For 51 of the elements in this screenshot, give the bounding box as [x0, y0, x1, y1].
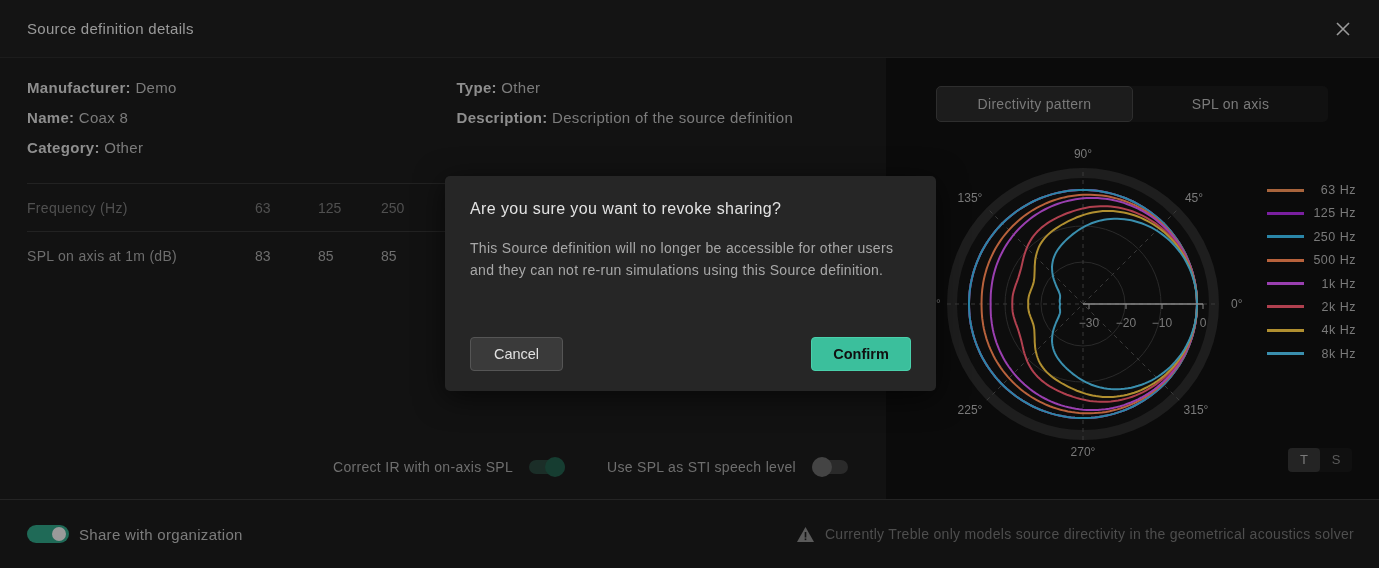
confirm-button[interactable]: Confirm [811, 337, 911, 371]
toggle-label: Use SPL as STI speech level [607, 459, 796, 475]
detail-text: Description: Description of the source definition [456, 108, 795, 127]
tab[interactable]: Directivity pattern [936, 86, 1133, 122]
legend-label: 2k Hz [1320, 299, 1356, 314]
dialog-title: Are you sure you want to revoke sharing? [470, 200, 783, 218]
toggle-label: Share with organization [79, 525, 243, 543]
toggle-option[interactable]: S [1320, 447, 1352, 472]
dialog-message: This Source definition will no longer be accessible for other users and they can not re-run simulations using this Source definition. [470, 239, 895, 280]
legend-label: 4k Hz [1320, 323, 1356, 338]
angle-label: 225° [957, 403, 983, 417]
notice-text: Currently Treble only models source directivity in the geometrical acoustics solver [824, 526, 1354, 542]
axis-tick-label: 0 [1199, 316, 1207, 330]
detail-text: Name: Coax 8 [27, 108, 130, 127]
angle-label: 0° [1231, 297, 1243, 311]
axis-tick-label: −10 [1151, 316, 1173, 330]
window-title: Source definition details [27, 20, 194, 37]
column-header: Frequency (Hz) [27, 199, 129, 216]
table-cell-text: 85 [381, 247, 398, 264]
angle-label: 270° [1070, 445, 1096, 459]
axis-tick-label: −20 [1115, 316, 1137, 330]
legend-label: 250 Hz [1312, 229, 1356, 244]
angle-label: 45° [1184, 191, 1204, 205]
detail-text: Category: Other [27, 138, 145, 157]
table-cell-text: 63 [255, 199, 272, 216]
toggle-label: Correct IR with on-axis SPL [333, 459, 514, 475]
angle-label: 135° [957, 191, 983, 205]
legend-label: 1k Hz [1320, 276, 1356, 291]
toggle-option[interactable]: T [1288, 447, 1320, 472]
angle-label: ° [936, 297, 941, 311]
close-icon[interactable] [1336, 21, 1350, 36]
warning-icon [796, 526, 814, 542]
table-cell-text: 250 [381, 199, 406, 216]
tab[interactable]: SPL on axis [1133, 86, 1328, 122]
table-cell-text: 125 [318, 199, 343, 216]
table-cell-text: 83 [255, 247, 272, 264]
legend-label: 500 Hz [1312, 253, 1356, 268]
legend-label: 125 Hz [1312, 206, 1356, 221]
angle-label: 90° [1073, 147, 1093, 161]
cancel-button[interactable]: Cancel [470, 337, 563, 371]
axis-tick-label: −30 [1078, 316, 1100, 330]
row-label: SPL on axis at 1m (dB) [27, 247, 179, 264]
angle-label: 315° [1183, 403, 1209, 417]
toggle-switch[interactable] [811, 460, 848, 474]
table-cell-text: 85 [318, 247, 335, 264]
toggle-switch[interactable] [27, 525, 69, 543]
detail-text: Type: Other [456, 78, 542, 97]
toggle-switch[interactable] [529, 460, 566, 474]
legend-label: 63 Hz [1319, 183, 1356, 197]
legend-label: 8k Hz [1320, 346, 1356, 361]
detail-text: Manufacturer: Demo [27, 78, 178, 97]
